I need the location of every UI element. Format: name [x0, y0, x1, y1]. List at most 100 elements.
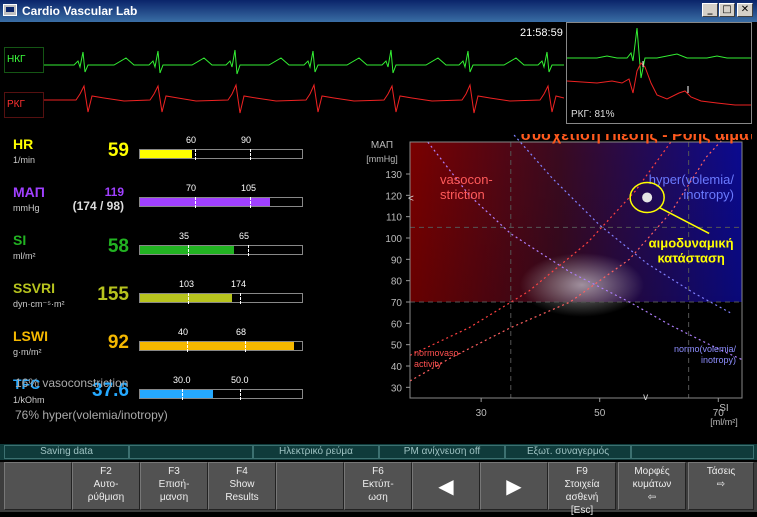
fkey-f3[interactable]: F3 Επισή-μανση — [140, 462, 208, 510]
vasoconstriction-note: 16% vasoconstriction — [15, 376, 129, 390]
y-tick-label: 90 — [391, 255, 403, 266]
ecg-trace-green — [44, 49, 564, 75]
y-tick-label: 60 — [391, 319, 403, 330]
vital-row-μαπ[interactable]: ΜΑΠ mmHg 119 (174 / 98) 70 105 — [6, 182, 309, 220]
vital-unit: g·m/m² — [13, 347, 42, 357]
threshold-label: 68 — [236, 327, 247, 337]
vital-name: ΜΑΠ — [13, 184, 45, 200]
y-tick-label: 100 — [385, 234, 402, 245]
fkey-label-line: F9 — [576, 466, 588, 477]
current-state-point — [642, 192, 653, 203]
y-tick-label: 110 — [386, 213, 402, 224]
status-cell-4: Εξωτ. συναγερμός — [505, 445, 631, 459]
vital-value: 119 — [104, 185, 124, 199]
right-arrow-icon: ▶ — [506, 476, 522, 498]
fkey-label-line: Show — [229, 479, 255, 490]
vital-row-lswi[interactable]: LSWI g·m/m² 92 40 68 — [6, 326, 309, 364]
fkey-label-line: Results — [225, 492, 259, 503]
app-icon — [3, 4, 17, 16]
vital-bar-fill — [140, 390, 213, 398]
threshold-label: 103 — [179, 279, 195, 289]
detail-trace-red — [566, 62, 751, 106]
detail-waveforms — [566, 27, 751, 106]
vital-value: 58 — [107, 236, 129, 257]
threshold-label: 174 — [231, 279, 247, 289]
fkey-label-line: F6 — [372, 466, 384, 477]
vital-unit: mmHg — [13, 203, 40, 213]
vital-bar — [139, 245, 303, 256]
pressure-flow-svg: 3040506070809010011012013030 50 70συσχέτισ… — [366, 127, 757, 427]
left-arrow-icon: ◀ — [438, 476, 454, 498]
threshold-line — [195, 197, 196, 208]
fkey-label-line: [Esc] — [570, 505, 594, 516]
maximize-button[interactable]: □ — [719, 3, 735, 17]
vital-bar — [139, 341, 303, 352]
status-cell-5 — [631, 445, 754, 459]
fkey-label-line: μανση — [159, 492, 189, 503]
threshold-label: 60 — [186, 135, 197, 145]
threshold-line — [240, 293, 241, 304]
threshold-line — [195, 149, 196, 160]
threshold-label: 35 — [179, 231, 190, 241]
x-axis-unit: [ml/m²] — [710, 417, 738, 427]
fkey-label-line: Τάσεις — [706, 466, 736, 477]
window-title: Cardio Vascular Lab — [22, 4, 138, 18]
hypervolemia-note: 76% hyper(volemia/inotropy) — [15, 408, 168, 422]
close-button[interactable]: ✕ — [737, 3, 753, 17]
status-cell-1 — [129, 445, 253, 459]
vital-row-ssvri[interactable]: SSVRI dyn·cm⁻⁵·m² 155 103 174 — [6, 278, 309, 316]
fkey-blank-1[interactable] — [4, 462, 72, 510]
threshold-label: 90 — [241, 135, 252, 145]
vital-bar-fill — [140, 246, 234, 254]
annotation-label: αιμοδυναμική κατάσταση — [649, 235, 734, 265]
y-axis-unit: [mmHg] — [366, 154, 398, 164]
threshold-label: 40 — [178, 327, 189, 337]
fkey-trends[interactable]: Τάσεις ⇨ — [688, 462, 754, 510]
fkey-blank-2[interactable] — [276, 462, 344, 510]
detail-trace-green — [567, 27, 751, 79]
fkey-label-line: ωση — [368, 492, 388, 503]
vital-row-si[interactable]: SI ml/m² 58 35 65 — [6, 230, 309, 268]
y-tick-label: 130 — [385, 170, 402, 181]
detail-waveform-label: РКГ: 81% — [571, 109, 615, 120]
vital-name: HR — [13, 136, 34, 152]
fkey-f6[interactable]: F6 Εκτύπ-ωση — [344, 462, 412, 510]
vital-bar-fill — [140, 342, 294, 350]
fkey-f4[interactable]: F4 Show Results — [208, 462, 276, 510]
fkey-waveforms[interactable]: Μορφές κυμάτων ⇦ — [618, 462, 686, 510]
fkey-label-line: Εκτύπ- — [362, 479, 394, 490]
vital-unit: 1/min — [13, 155, 36, 165]
fkey-f9[interactable]: F9 Στοιχεία ασθενή [Esc] — [548, 462, 616, 516]
threshold-label: 65 — [239, 231, 250, 241]
ecg-trace-red — [44, 83, 564, 114]
ecg-waveforms — [44, 49, 564, 114]
lead-label-2[interactable]: РКГ — [4, 92, 44, 118]
vital-name: LSWI — [13, 328, 48, 344]
y-tick-label: 120 — [385, 191, 402, 202]
fkey-label-line: Επισή- — [158, 479, 190, 490]
threshold-line — [245, 341, 246, 352]
pressure-flow-chart: 30 40 50 60 70 80 90 100 110 120 130 30 50 70 συσχέτισ… — [312, 127, 757, 436]
threshold-line — [182, 389, 183, 400]
vital-row-hr[interactable]: HR 1/min 59 60 90 — [6, 134, 309, 172]
fkey-next[interactable]: ▶ — [480, 462, 548, 510]
threshold-line — [187, 341, 188, 352]
fkey-f2[interactable]: F2 Αυτο-ρύθμιση — [72, 462, 140, 510]
vital-value: 155 — [97, 284, 129, 305]
status-cell-3: PM ανίχνευση off — [379, 445, 505, 459]
minimize-button[interactable]: _ — [702, 3, 718, 17]
status-bar: Saving data Ηλεκτρικό ρεύμα PM ανίχνευση o… — [0, 444, 757, 460]
title-bar[interactable]: Cardio Vascular Lab _ □ ✕ — [0, 0, 757, 22]
fkey-label-line: ⇦ — [647, 492, 657, 503]
vital-name: SSVRI — [13, 280, 56, 296]
vital-unit: ml/m² — [13, 251, 36, 261]
fkey-label-line: Στοιχεία ασθενή — [564, 479, 600, 503]
chart-title: συσχέτιση Πίεσης - Ροής αίματος — [521, 134, 752, 144]
fkey-prev[interactable]: ◀ — [412, 462, 480, 510]
vital-bar-fill — [140, 150, 192, 158]
vitals-panel: HR 1/min 59 60 90 ΜΑΠ mmHg 119 (174 / 98) 70 105 SI… — [6, 134, 309, 434]
y-axis-label: ΜΑΠ — [371, 140, 393, 151]
lead-label-1[interactable]: НКГ — [4, 47, 44, 73]
threshold-label: 70 — [186, 183, 197, 193]
threshold-line — [248, 245, 249, 256]
